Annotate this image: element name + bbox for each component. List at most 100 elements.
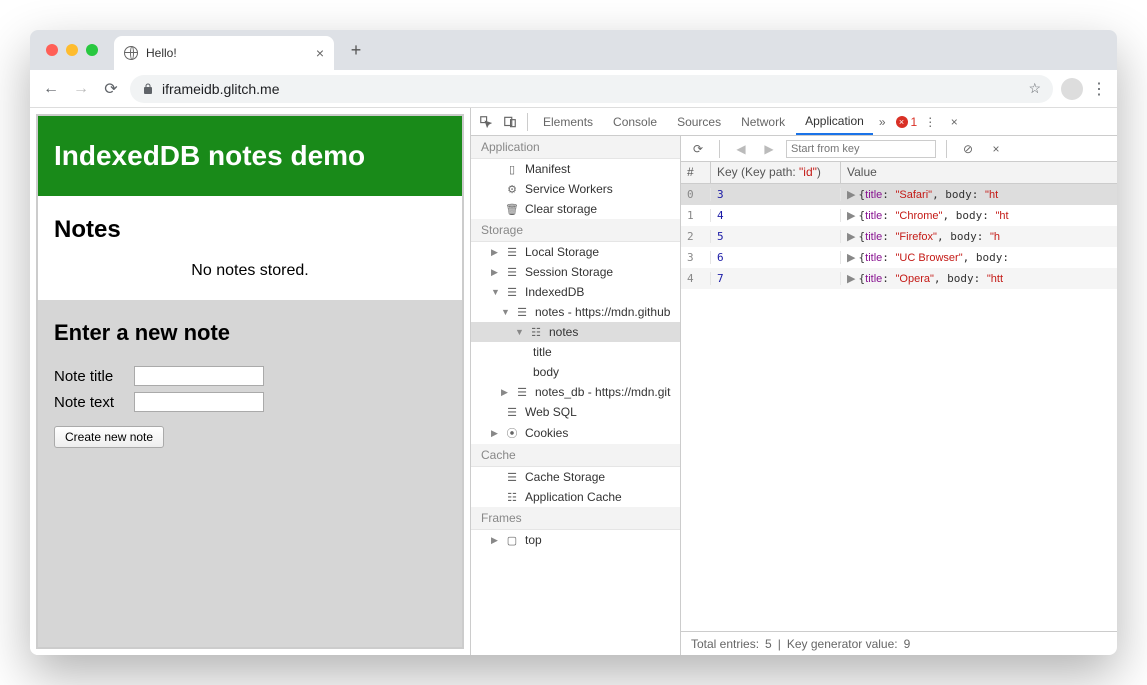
create-note-button[interactable]: Create new note xyxy=(54,426,164,448)
sidebar-clear-storage[interactable]: 🗑Clear storage xyxy=(471,199,680,219)
prev-page-icon[interactable]: ◀ xyxy=(730,138,752,160)
sidebar-local-storage[interactable]: ▶☰Local Storage xyxy=(471,242,680,262)
trash-icon: 🗑 xyxy=(505,203,519,216)
col-key[interactable]: Key (Key path: "id") xyxy=(711,162,841,183)
gear-icon: ⚙ xyxy=(505,183,519,196)
minimize-window-button[interactable] xyxy=(66,44,78,56)
clear-store-icon[interactable]: ⊘ xyxy=(957,138,979,160)
empty-notes-message: No notes stored. xyxy=(54,262,446,280)
next-page-icon[interactable]: ▶ xyxy=(758,138,780,160)
form-heading: Enter a new note xyxy=(54,320,446,346)
sidebar-app-cache[interactable]: ☷Application Cache xyxy=(471,487,680,507)
close-window-button[interactable] xyxy=(46,44,58,56)
note-text-input[interactable] xyxy=(134,392,264,412)
devtools-panel: Elements Console Sources Network Applica… xyxy=(470,108,1117,655)
new-tab-button[interactable]: + xyxy=(342,40,370,61)
tab-elements[interactable]: Elements xyxy=(534,108,602,135)
sidebar-index-title[interactable]: title xyxy=(471,342,680,362)
table-icon: ☷ xyxy=(529,326,543,339)
cookie-icon: ⦿ xyxy=(505,425,519,441)
error-indicator[interactable]: × 1 xyxy=(896,115,918,129)
close-tab-icon[interactable]: × xyxy=(316,45,324,61)
table-row[interactable]: 36▶ {title: "UC Browser", body: xyxy=(681,247,1117,268)
table-body: 03▶ {title: "Safari", body: "ht14▶ {titl… xyxy=(681,184,1117,631)
close-devtools-icon[interactable]: × xyxy=(943,111,965,133)
error-count: 1 xyxy=(911,115,918,129)
address-bar[interactable]: iframeidb.glitch.me ☆ xyxy=(130,75,1053,103)
database-icon: ☰ xyxy=(505,286,519,299)
sidebar-db-notes[interactable]: ▼☰notes - https://mdn.github xyxy=(471,302,680,322)
database-icon: ☰ xyxy=(515,386,529,399)
notes-heading: Notes xyxy=(54,216,446,244)
key-generator-value: 9 xyxy=(904,637,911,651)
tab-strip: Hello! × + xyxy=(30,30,1117,70)
database-icon: ☰ xyxy=(515,306,529,319)
sidebar-frame-top[interactable]: ▶▢top xyxy=(471,530,680,550)
tab-console[interactable]: Console xyxy=(604,108,666,135)
browser-tab[interactable]: Hello! × xyxy=(114,36,334,70)
col-value[interactable]: Value xyxy=(841,162,1117,183)
sidebar-index-body[interactable]: body xyxy=(471,362,680,382)
sidebar-indexeddb[interactable]: ▼☰IndexedDB xyxy=(471,282,680,302)
table-row[interactable]: 47▶ {title: "Opera", body: "htt xyxy=(681,268,1117,289)
tab-sources[interactable]: Sources xyxy=(668,108,730,135)
table-row[interactable]: 03▶ {title: "Safari", body: "ht xyxy=(681,184,1117,205)
sidebar-cookies[interactable]: ▶⦿Cookies xyxy=(471,422,680,444)
note-text-label: Note text xyxy=(54,394,134,411)
address-bar-row: ← → ⟳ iframeidb.glitch.me ☆ ⋮ xyxy=(30,70,1117,108)
document-icon: ▯ xyxy=(505,163,519,176)
devtools-menu-icon[interactable]: ⋮ xyxy=(919,111,941,133)
total-entries: 5 xyxy=(765,637,772,651)
section-cache: Cache xyxy=(471,444,680,467)
page-header: IndexedDB notes demo xyxy=(38,116,462,196)
error-icon: × xyxy=(896,116,908,128)
content-area: IndexedDB notes demo Notes No notes stor… xyxy=(30,108,1117,655)
profile-avatar[interactable] xyxy=(1061,78,1083,100)
sidebar-manifest[interactable]: ▯Manifest xyxy=(471,159,680,179)
sidebar-store-notes[interactable]: ▼☷notes xyxy=(471,322,680,342)
refresh-button[interactable]: ⟳ xyxy=(687,138,709,160)
devtools-tab-bar: Elements Console Sources Network Applica… xyxy=(471,108,1117,136)
browser-menu-button[interactable]: ⋮ xyxy=(1091,79,1107,99)
col-index[interactable]: # xyxy=(681,162,711,183)
note-title-input[interactable] xyxy=(134,366,264,386)
back-button[interactable]: ← xyxy=(40,80,62,98)
note-title-label: Note title xyxy=(54,368,134,385)
section-application: Application xyxy=(471,136,680,159)
sidebar-service-workers[interactable]: ⚙Service Workers xyxy=(471,179,680,199)
bookmark-star-icon[interactable]: ☆ xyxy=(1028,80,1041,97)
page-frame: IndexedDB notes demo Notes No notes stor… xyxy=(36,114,464,649)
database-icon: ☰ xyxy=(505,471,519,484)
indexeddb-view: ⟳ ◀ ▶ ⊘ × # Key (Key path: "id") Value xyxy=(681,136,1117,655)
frame-icon: ▢ xyxy=(505,534,519,547)
inspect-element-icon[interactable] xyxy=(475,111,497,133)
new-note-form: Enter a new note Note title Note text Cr… xyxy=(38,300,462,647)
window-controls xyxy=(46,44,98,56)
tab-application[interactable]: Application xyxy=(796,108,873,135)
devtools-body: Application ▯Manifest ⚙Service Workers 🗑… xyxy=(471,136,1117,655)
table-row[interactable]: 14▶ {title: "Chrome", body: "ht xyxy=(681,205,1117,226)
browser-window: Hello! × + ← → ⟳ iframeidb.glitch.me ☆ ⋮… xyxy=(30,30,1117,655)
table-row[interactable]: 25▶ {title: "Firefox", body: "h xyxy=(681,226,1117,247)
start-key-input[interactable] xyxy=(786,140,936,158)
delete-selected-icon[interactable]: × xyxy=(985,138,1007,160)
sidebar-session-storage[interactable]: ▶☰Session Storage xyxy=(471,262,680,282)
url-text: iframeidb.glitch.me xyxy=(162,81,280,97)
globe-icon xyxy=(124,46,138,60)
data-toolbar: ⟳ ◀ ▶ ⊘ × xyxy=(681,136,1117,162)
device-toolbar-icon[interactable] xyxy=(499,111,521,133)
sidebar-websql[interactable]: ☰Web SQL xyxy=(471,402,680,422)
database-icon: ☰ xyxy=(505,406,519,419)
lock-icon xyxy=(142,83,154,95)
section-frames: Frames xyxy=(471,507,680,530)
forward-button[interactable]: → xyxy=(70,80,92,98)
more-tabs-icon[interactable]: » xyxy=(875,115,890,129)
table-header: # Key (Key path: "id") Value xyxy=(681,162,1117,184)
sidebar-db-notesdb[interactable]: ▶☰notes_db - https://mdn.git xyxy=(471,382,680,402)
reload-button[interactable]: ⟳ xyxy=(100,79,122,99)
storage-icon: ☰ xyxy=(505,246,519,259)
tab-network[interactable]: Network xyxy=(732,108,794,135)
sidebar-cache-storage[interactable]: ☰Cache Storage xyxy=(471,467,680,487)
storage-icon: ☷ xyxy=(505,491,519,504)
maximize-window-button[interactable] xyxy=(86,44,98,56)
